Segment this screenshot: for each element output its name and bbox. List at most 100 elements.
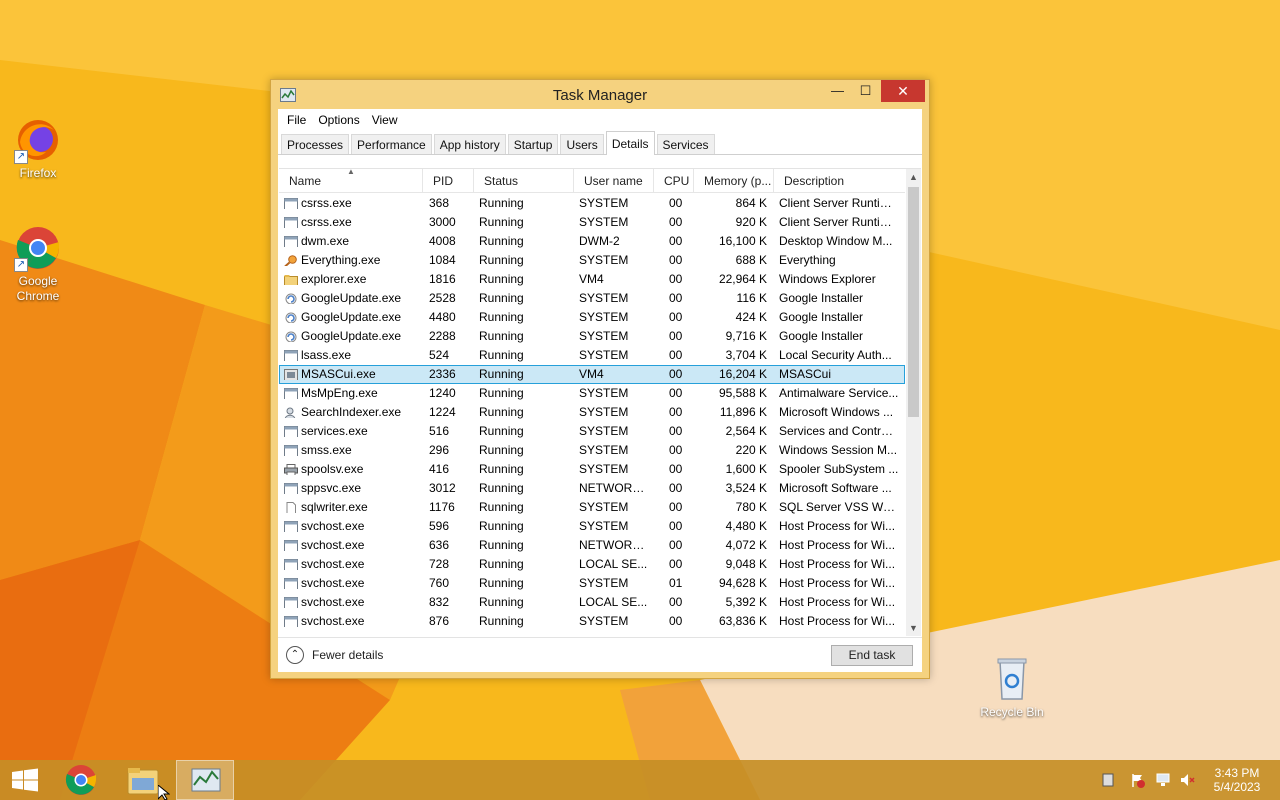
cpu-cell: 00: [669, 253, 683, 267]
description-cell: Google Installer: [779, 329, 864, 343]
scrollbar-thumb[interactable]: [908, 187, 919, 417]
table-row[interactable]: lsass.exe 524 Running SYSTEM 00 3,704 K Local …: [279, 346, 905, 365]
window-icon: [284, 387, 298, 399]
cpu-cell: 00: [669, 538, 683, 552]
pid-cell: 1084: [429, 253, 456, 267]
fewer-details-button[interactable]: ⌃ Fewer details: [286, 646, 383, 664]
column-header-description[interactable]: Description: [774, 169, 905, 193]
tab-app-history[interactable]: App history: [433, 134, 506, 154]
user-name-cell: SYSTEM: [579, 329, 629, 343]
tab-processes[interactable]: Processes: [281, 134, 350, 154]
desktop-icon-chrome[interactable]: ↗ Google Chrome: [0, 224, 76, 304]
start-button[interactable]: [0, 760, 50, 800]
table-row[interactable]: MSASCui.exe 2336 Running VM4 00 16,204 K MSASC…: [279, 365, 905, 384]
window-icon: [284, 349, 298, 361]
table-row[interactable]: sqlwriter.exe 1176 Running SYSTEM 00 780 K SQL…: [279, 498, 905, 517]
magnifier-icon: [284, 254, 298, 266]
memory-cell: 94,628 K: [718, 576, 767, 590]
user-name-cell: VM4: [579, 367, 604, 381]
pid-cell: 760: [429, 576, 450, 590]
process-name-cell: svchost.exe: [301, 557, 365, 571]
menu-options[interactable]: Options: [312, 109, 365, 131]
table-row[interactable]: svchost.exe 596 Running SYSTEM 00 4,480 K Host…: [279, 517, 905, 536]
vertical-scrollbar[interactable]: ▲ ▼: [906, 169, 921, 636]
table-row[interactable]: explorer.exe 1816 Running VM4 00 22,964 K Wind…: [279, 270, 905, 289]
desktop-icon-recycle-bin[interactable]: Recycle Bin: [974, 655, 1050, 720]
taskbar-clock[interactable]: 3:43 PM 5/4/2023: [1202, 766, 1272, 794]
process-name-cell: MSASCui.exe: [301, 367, 376, 381]
table-row[interactable]: Everything.exe 1084 Running SYSTEM 00 688 K Ev…: [279, 251, 905, 270]
table-row[interactable]: GoogleUpdate.exe 4480 Running SYSTEM 00 424 K…: [279, 308, 905, 327]
table-row[interactable]: smss.exe 296 Running SYSTEM 00 220 K Windows S…: [279, 441, 905, 460]
tab-services[interactable]: Services: [656, 134, 715, 154]
pid-cell: 416: [429, 462, 450, 476]
maximize-button[interactable]: ☐: [852, 80, 879, 102]
table-row[interactable]: csrss.exe 3000 Running SYSTEM 00 920 K Client …: [279, 213, 905, 232]
table-row[interactable]: GoogleUpdate.exe 2528 Running SYSTEM 00 116 K…: [279, 289, 905, 308]
user-name-cell: LOCAL SE...: [579, 595, 648, 609]
column-header-user-name[interactable]: User name: [574, 169, 654, 193]
end-task-button[interactable]: End task: [831, 645, 913, 666]
table-row[interactable]: svchost.exe 636 Running NETWORK... 00 4,072 K…: [279, 536, 905, 555]
table-row[interactable]: dwm.exe 4008 Running DWM-2 00 16,100 K Desktop…: [279, 232, 905, 251]
tab-startup[interactable]: Startup: [507, 134, 559, 154]
tray-volume-muted-icon[interactable]: [1179, 772, 1195, 788]
blank-file-icon: [284, 501, 298, 513]
taskbar-task-manager-button[interactable]: [176, 760, 234, 800]
table-row[interactable]: SearchIndexer.exe 1224 Running SYSTEM 00 11,8…: [279, 403, 905, 422]
pid-cell: 3012: [429, 481, 456, 495]
pid-cell: 3000: [429, 215, 456, 229]
column-header-cpu[interactable]: CPU: [654, 169, 694, 193]
memory-cell: 4,072 K: [725, 538, 767, 552]
tab-users[interactable]: Users: [560, 134, 604, 154]
memory-cell: 9,048 K: [725, 557, 767, 571]
pid-cell: 524: [429, 348, 450, 362]
column-header-memory[interactable]: Memory (p...: [694, 169, 774, 193]
minimize-button[interactable]: —: [824, 80, 851, 102]
table-row[interactable]: svchost.exe 760 Running SYSTEM 01 94,628 K Hos…: [279, 574, 905, 593]
process-name-cell: GoogleUpdate.exe: [301, 329, 402, 343]
clock-date: 5/4/2023: [1213, 780, 1261, 794]
column-header-status[interactable]: Status: [474, 169, 574, 193]
table-row[interactable]: spoolsv.exe 416 Running SYSTEM 00 1,600 K Spoo…: [279, 460, 905, 479]
close-button[interactable]: ✕: [881, 80, 925, 102]
table-row[interactable]: GoogleUpdate.exe 2288 Running SYSTEM 00 9,716…: [279, 327, 905, 346]
tab-details[interactable]: Details: [605, 131, 655, 155]
window-icon: [284, 577, 298, 589]
table-row[interactable]: svchost.exe 876 Running SYSTEM 00 63,836 K Hos…: [279, 612, 905, 631]
window-icon: [284, 615, 298, 627]
process-name-cell: svchost.exe: [301, 614, 365, 628]
table-row[interactable]: MsMpEng.exe 1240 Running SYSTEM 00 95,588 K An…: [279, 384, 905, 403]
table-row[interactable]: services.exe 516 Running SYSTEM 00 2,564 K Ser…: [279, 422, 905, 441]
table-row[interactable]: svchost.exe 728 Running LOCAL SE... 00 9,048 …: [279, 555, 905, 574]
scroll-down-arrow-icon[interactable]: ▼: [906, 620, 921, 636]
description-cell: Client Server Runtim...: [779, 196, 899, 210]
tray-flag-alert-icon[interactable]: [1130, 772, 1146, 788]
table-row[interactable]: svchost.exe 832 Running LOCAL SE... 00 5,392 …: [279, 593, 905, 612]
status-cell: Running: [479, 538, 524, 552]
scroll-up-arrow-icon[interactable]: ▲: [906, 169, 921, 186]
process-name-cell: csrss.exe: [301, 196, 352, 210]
menu-file[interactable]: File: [281, 109, 312, 131]
tab-performance[interactable]: Performance: [351, 134, 432, 154]
window-icon: [284, 425, 298, 437]
table-row[interactable]: csrss.exe 368 Running SYSTEM 00 864 K Client S…: [279, 194, 905, 213]
tray-network-icon[interactable]: [1155, 772, 1171, 788]
folder-icon: [284, 273, 298, 285]
title-bar[interactable]: Task Manager — ☐ ✕: [271, 80, 929, 109]
tray-action-center-icon[interactable]: [1100, 772, 1116, 788]
google-update-icon: [284, 330, 298, 342]
column-header-pid[interactable]: PID: [423, 169, 474, 193]
column-header-name[interactable]: Name ▲: [279, 169, 423, 193]
memory-cell: 920 K: [735, 215, 767, 229]
column-header-row: Name ▲ PID Status User name CPU Memory (…: [279, 169, 905, 193]
shortcut-arrow-icon: ↗: [14, 150, 28, 164]
table-row[interactable]: sppsvc.exe 3012 Running NETWORK... 00 3,524 K…: [279, 479, 905, 498]
menu-view[interactable]: View: [366, 109, 404, 131]
desktop-icon-firefox[interactable]: ↗ Firefox: [0, 116, 76, 181]
status-cell: Running: [479, 291, 524, 305]
user-name-cell: NETWORK...: [579, 538, 649, 552]
taskbar-chrome-button[interactable]: [52, 760, 110, 800]
pid-cell: 2336: [429, 367, 456, 381]
description-cell: Google Installer: [779, 310, 864, 324]
